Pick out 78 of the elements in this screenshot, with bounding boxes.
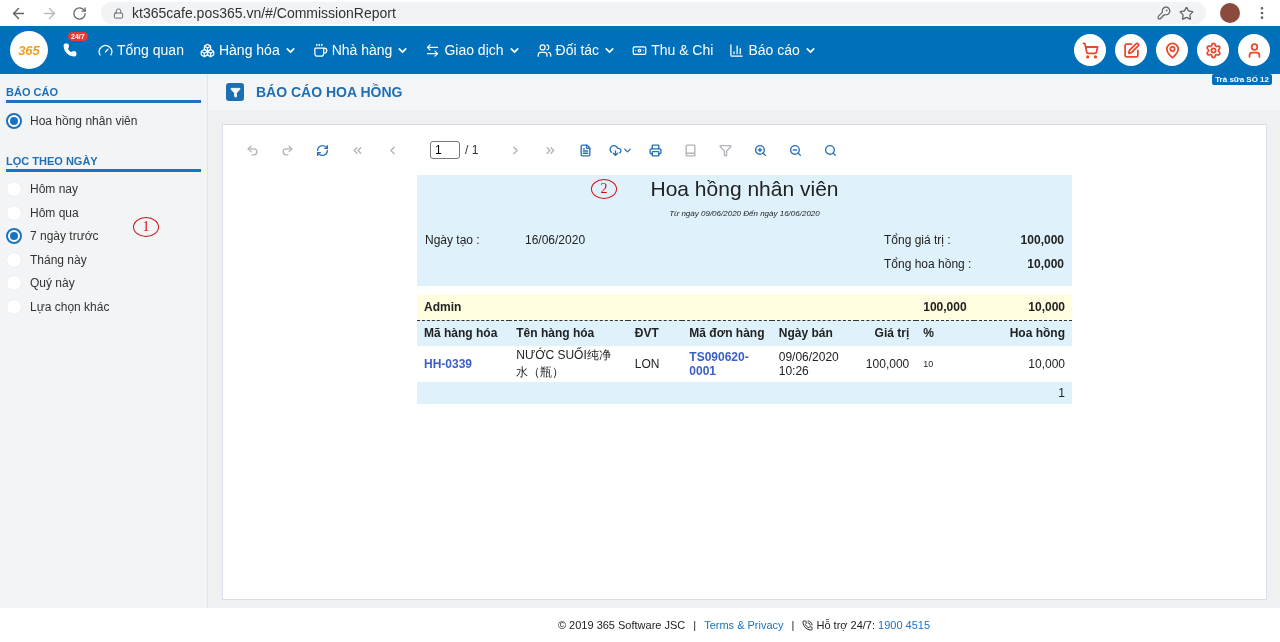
table-cell: LON [627, 346, 683, 382]
table-cell: 10,000 [973, 346, 1072, 382]
edit-button[interactable] [1115, 34, 1147, 66]
gauge-icon [98, 42, 113, 58]
users-icon [536, 42, 552, 58]
edit-icon [1122, 41, 1140, 59]
lock-icon [113, 7, 124, 19]
nav-item[interactable]: Giao dịch [419, 42, 527, 58]
cart-button[interactable] [1074, 34, 1106, 66]
table-cell: NƯỚC SUỐI纯净水（瓶） [509, 346, 628, 382]
separator: | [791, 619, 795, 631]
separator: | [693, 619, 697, 631]
column-header: Mã hàng hóa [417, 320, 510, 346]
key-icon[interactable] [1157, 6, 1171, 20]
column-header: ĐVT [627, 320, 683, 346]
column-header: Tên hàng hóa [509, 320, 628, 346]
column-header: Mã đơn hàng [682, 320, 772, 346]
info-value: 100,000 [1019, 233, 1064, 247]
map-pin-icon [1163, 41, 1181, 59]
page-total: / 1 [465, 143, 479, 157]
info-label: Tổng giá trị : [884, 233, 952, 247]
bar-chart-icon [729, 42, 745, 58]
nav-item[interactable]: Đối tác [530, 42, 623, 58]
date-range: Từ ngày 09/06/2020 Đến ngày 16/06/2020 [668, 209, 821, 218]
info-value: 10,000 [1026, 257, 1064, 271]
radio-option[interactable]: 7 ngày trước [6, 224, 99, 248]
column-header: % [916, 320, 974, 346]
radio-option[interactable]: Hôm nay [6, 177, 79, 201]
radio-option[interactable]: Quý này [6, 271, 75, 295]
nav-item[interactable]: Nhà hàng [306, 42, 416, 58]
support-phone: 1900 4515 [878, 619, 931, 631]
cart-icon [1081, 41, 1099, 59]
section-title: BÁO CÁO [6, 86, 201, 103]
nav-item[interactable]: Tổng quan [92, 42, 190, 58]
address-bar[interactable]: kt365cafe.pos365.vn/#/CommissionReport [101, 2, 1206, 24]
cup-icon [312, 42, 328, 58]
settings-button[interactable] [1197, 34, 1229, 66]
arrows-icon [425, 42, 441, 58]
nav-item[interactable]: Báo cáo [723, 42, 823, 58]
map-pin-button[interactable] [1156, 34, 1188, 66]
terms-link[interactable]: Terms & Privacy [704, 619, 784, 631]
info-value: 16/06/2020 [525, 233, 586, 247]
page-input[interactable]: 1 [430, 141, 460, 159]
star-icon[interactable] [1179, 5, 1194, 21]
nav-item[interactable]: Thu & Chi [626, 42, 720, 58]
table-cell: 10,000 [973, 294, 1072, 320]
reload-icon[interactable] [72, 5, 87, 21]
link[interactable]: HH-0339 [417, 346, 510, 382]
copyright: © 2019 365 Software JSC [557, 619, 686, 631]
table-cell: 100,000 [916, 294, 974, 320]
phone-icon [802, 619, 814, 631]
radio-option[interactable]: Tháng này [6, 248, 87, 272]
link[interactable]: TS090620-0001 [682, 346, 772, 382]
count-cell: 1 [417, 382, 1072, 404]
table-cell: 100,000 [856, 346, 917, 382]
info-label: Tổng hoa hồng : [884, 257, 973, 271]
table-cell: 09/06/2020 10:26 [771, 346, 857, 382]
radio-option[interactable]: Lựa chọn khác [6, 295, 110, 319]
column-header: Hoa hồng [973, 320, 1072, 346]
user-button[interactable] [1238, 34, 1270, 66]
page-title: BÁO CÁO HOA HỒNG [256, 84, 403, 100]
nav-item[interactable]: Hàng hóa [193, 42, 303, 58]
boxes-icon [199, 42, 215, 58]
column-header: Giá trị [856, 320, 917, 346]
phone-icon [63, 43, 77, 57]
table-cell: 10 [916, 346, 974, 382]
store-tag: Trà sữa SỐ 12 [1212, 74, 1272, 85]
report-title: Hoa hồng nhân viên [650, 177, 839, 201]
profile-avatar[interactable] [1220, 3, 1240, 23]
radio-option[interactable]: Hôm qua [6, 201, 79, 225]
settings-icon [1204, 41, 1222, 59]
section-title: LỌC THEO NGÀY [6, 154, 201, 172]
filter-icon[interactable] [226, 83, 244, 101]
info-label: Ngày tạo : [425, 233, 481, 247]
table-cell: Admin [417, 294, 917, 320]
support-label: Hỗ trợ 24/7: [816, 619, 876, 631]
column-header: Ngày bán [771, 320, 857, 346]
radio-option[interactable]: Hoa hồng nhân viên [6, 109, 138, 133]
